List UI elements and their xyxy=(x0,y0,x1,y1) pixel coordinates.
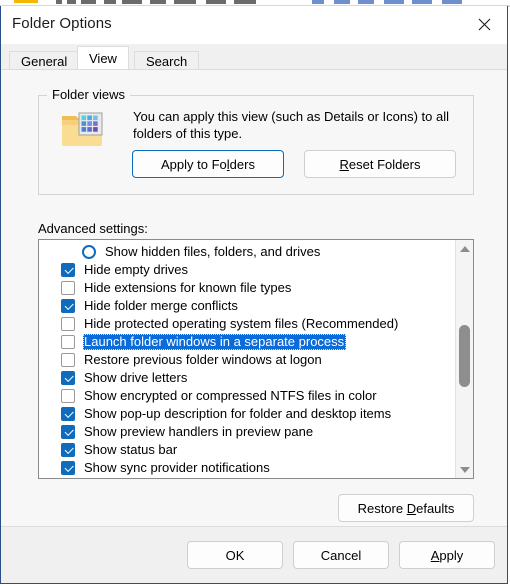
advanced-setting-label: Restore previous folder windows at logon xyxy=(84,352,322,367)
dialog-button-bar: OK Cancel Apply xyxy=(1,526,507,583)
advanced-setting-label: Show hidden files, folders, and drives xyxy=(105,244,321,259)
cancel-button[interactable]: Cancel xyxy=(293,541,389,569)
close-button[interactable] xyxy=(461,6,507,43)
advanced-setting-row[interactable]: Show preview handlers in preview pane xyxy=(39,423,453,441)
advanced-setting-label: Show encrypted or compressed NTFS files … xyxy=(84,388,377,403)
advanced-setting-label: Show status bar xyxy=(84,442,178,457)
advanced-setting-label: Show drive letters xyxy=(84,370,188,385)
advanced-setting-label: Hide folder merge conflicts xyxy=(84,298,238,313)
ok-button[interactable]: OK xyxy=(187,541,283,569)
advanced-setting-label: Launch folder windows in a separate proc… xyxy=(83,334,347,350)
close-icon xyxy=(478,18,490,31)
title-bar: Folder Options xyxy=(1,6,507,45)
advanced-setting-row[interactable]: Hide extensions for known file types xyxy=(39,279,453,297)
checkbox-checked-icon[interactable] xyxy=(61,425,75,439)
checkbox-unchecked-icon[interactable] xyxy=(61,389,75,403)
advanced-settings-list[interactable]: Show hidden files, folders, and drives Hi… xyxy=(38,239,474,479)
advanced-setting-label: Show pop-up description for folder and d… xyxy=(84,406,392,421)
tab-strip: General View Search xyxy=(1,44,507,69)
advanced-settings-scrollbar[interactable] xyxy=(455,240,473,478)
checkbox-checked-icon[interactable] xyxy=(61,299,75,313)
window-title: Folder Options xyxy=(12,15,112,32)
checkbox-checked-icon[interactable] xyxy=(61,461,75,475)
folder-options-dialog: Folder Options General View Search Folde… xyxy=(0,6,508,584)
checkbox-unchecked-icon[interactable] xyxy=(61,335,75,349)
checkbox-unchecked-icon[interactable] xyxy=(61,317,75,331)
advanced-setting-row[interactable]: Launch folder windows in a separate proc… xyxy=(39,333,453,351)
advanced-setting-row[interactable]: Hide empty drives xyxy=(39,261,453,279)
checkbox-unchecked-icon[interactable] xyxy=(61,353,75,367)
checkbox-checked-icon[interactable] xyxy=(61,443,75,457)
advanced-setting-row[interactable]: Restore previous folder windows at logon xyxy=(39,351,453,369)
checkbox-unchecked-icon[interactable] xyxy=(61,281,75,295)
checkbox-checked-icon[interactable] xyxy=(61,263,75,277)
advanced-setting-row[interactable]: Hide folder merge conflicts xyxy=(39,297,453,315)
apply-label: Apply xyxy=(430,547,464,563)
checkbox-checked-icon[interactable] xyxy=(61,407,75,421)
advanced-setting-row[interactable]: Show pop-up description for folder and d… xyxy=(39,405,453,423)
reset-folders-label: Reset Folders xyxy=(339,156,421,172)
advanced-settings-label: Advanced settings: xyxy=(38,221,148,236)
apply-to-folders-button[interactable]: Apply to Folders xyxy=(132,150,284,178)
advanced-setting-label: Hide empty drives xyxy=(84,262,189,277)
background-window-text-right xyxy=(300,0,490,4)
apply-to-folders-label: Apply to Folders xyxy=(161,156,255,172)
scroll-up-arrow-icon[interactable] xyxy=(456,240,473,257)
tab-general[interactable]: General xyxy=(9,51,80,69)
advanced-setting-row[interactable]: Hide protected operating system files (R… xyxy=(39,315,453,333)
tab-search[interactable]: Search xyxy=(134,51,200,69)
folder-views-legend: Folder views xyxy=(47,87,130,102)
scrollbar-thumb[interactable] xyxy=(459,325,470,387)
advanced-setting-row[interactable]: Show hidden files, folders, and drives xyxy=(39,243,453,261)
tab-view[interactable]: View xyxy=(77,46,129,69)
advanced-setting-label: Show sync provider notifications xyxy=(84,460,270,475)
folder-views-description: You can apply this view (such as Details… xyxy=(133,109,450,141)
reset-folders-button[interactable]: Reset Folders xyxy=(304,150,456,178)
advanced-setting-label: Hide protected operating system files (R… xyxy=(84,316,399,331)
advanced-settings-rows: Show hidden files, folders, and drives Hi… xyxy=(39,243,453,477)
advanced-setting-row[interactable]: Show sync provider notifications xyxy=(39,459,453,477)
folder-view-icon xyxy=(62,112,103,146)
advanced-setting-row[interactable]: Show drive letters xyxy=(39,369,453,387)
radio-unchecked-icon[interactable] xyxy=(82,245,96,259)
apply-button[interactable]: Apply xyxy=(399,541,495,569)
restore-defaults-button[interactable]: Restore Defaults xyxy=(338,494,474,522)
advanced-setting-row[interactable]: Show status bar xyxy=(39,441,453,459)
background-window-accent xyxy=(14,0,38,3)
view-tab-page: Folder views You can apply this view (su… xyxy=(1,69,507,552)
checkbox-checked-icon[interactable] xyxy=(61,371,75,385)
background-window-text-left xyxy=(56,0,256,4)
restore-defaults-label: Restore Defaults xyxy=(357,500,455,516)
advanced-setting-row[interactable]: Show encrypted or compressed NTFS files … xyxy=(39,387,453,405)
scroll-down-arrow-icon[interactable] xyxy=(456,461,473,478)
advanced-setting-label: Show preview handlers in preview pane xyxy=(84,424,314,439)
advanced-setting-label: Hide extensions for known file types xyxy=(84,280,292,295)
